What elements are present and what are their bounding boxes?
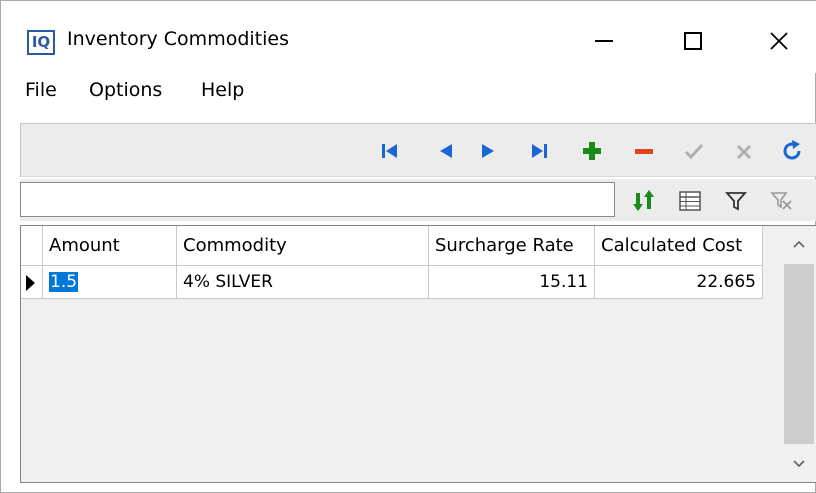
vertical-scrollbar[interactable] <box>781 226 816 482</box>
cell-calculated-cost[interactable]: 22.665 <box>595 266 763 299</box>
columns-button[interactable] <box>676 187 704 215</box>
current-row-indicator <box>21 266 43 299</box>
clear-filter-icon <box>770 192 792 210</box>
next-record-button[interactable] <box>475 138 501 164</box>
window-title: Inventory Commodities <box>67 28 289 50</box>
first-record-button[interactable] <box>377 138 403 164</box>
cancel-edit-button[interactable] <box>731 138 757 164</box>
title-bar: IQ Inventory Commodities <box>1 1 816 73</box>
close-button[interactable] <box>747 15 811 67</box>
first-record-icon <box>382 144 397 158</box>
cell-amount[interactable]: 1.5 <box>43 266 177 299</box>
chevron-up-icon <box>793 240 805 248</box>
refresh-icon <box>783 140 801 160</box>
row-indicator-header <box>21 226 43 266</box>
scroll-down-button[interactable] <box>781 446 816 482</box>
cancel-x-icon <box>736 144 752 160</box>
refresh-button[interactable] <box>779 138 805 164</box>
maximize-icon <box>684 32 702 50</box>
table-row[interactable]: 1.5 4% SILVER 15.11 22.665 <box>21 266 763 299</box>
column-header-commodity[interactable]: Commodity <box>177 226 429 266</box>
delete-record-button[interactable] <box>631 138 657 164</box>
checkmark-icon <box>684 143 704 160</box>
sort-button[interactable] <box>630 187 658 215</box>
minimize-icon <box>595 40 613 42</box>
sort-icon <box>633 190 654 211</box>
cell-commodity[interactable]: 4% SILVER <box>177 266 429 299</box>
column-header-surcharge-rate[interactable]: Surcharge Rate <box>429 226 595 266</box>
prior-record-icon <box>440 144 452 158</box>
filter-icon <box>725 192 747 211</box>
minus-icon <box>635 149 653 154</box>
last-record-icon <box>532 144 547 158</box>
minimize-button[interactable] <box>572 15 636 67</box>
plus-icon <box>583 142 601 160</box>
column-header-calculated-cost[interactable]: Calculated Cost <box>595 226 763 266</box>
grid-header: Amount Commodity Surcharge Rate Calculat… <box>21 226 763 266</box>
selected-amount-text: 1.5 <box>49 272 79 292</box>
inventory-commodities-window: IQ Inventory Commodities File Options He… <box>0 0 816 493</box>
filter-button[interactable] <box>722 187 750 215</box>
prior-record-button[interactable] <box>433 138 459 164</box>
menu-help[interactable]: Help <box>197 77 248 103</box>
menu-options[interactable]: Options <box>85 77 166 103</box>
column-header-amount[interactable]: Amount <box>43 226 177 266</box>
scroll-up-button[interactable] <box>781 226 816 262</box>
maximize-button[interactable] <box>661 15 725 67</box>
search-bar <box>20 179 816 221</box>
post-edit-button[interactable] <box>681 138 707 164</box>
app-logo-icon: IQ <box>27 30 55 55</box>
row-pointer-icon <box>26 275 35 291</box>
commodities-grid: Amount Commodity Surcharge Rate Calculat… <box>20 225 816 483</box>
clear-filter-button[interactable] <box>768 187 796 215</box>
menu-file[interactable]: File <box>21 77 61 103</box>
scrollbar-thumb[interactable] <box>784 264 814 444</box>
menu-bar: File Options Help <box>1 73 816 113</box>
table-grid-icon <box>679 191 701 211</box>
last-record-button[interactable] <box>527 138 553 164</box>
insert-record-button[interactable] <box>579 138 605 164</box>
search-input[interactable] <box>20 182 615 217</box>
close-icon <box>770 32 788 50</box>
record-navigator <box>20 123 816 177</box>
next-record-icon <box>482 144 494 158</box>
cell-surcharge-rate[interactable]: 15.11 <box>429 266 595 299</box>
chevron-down-icon <box>793 460 805 468</box>
